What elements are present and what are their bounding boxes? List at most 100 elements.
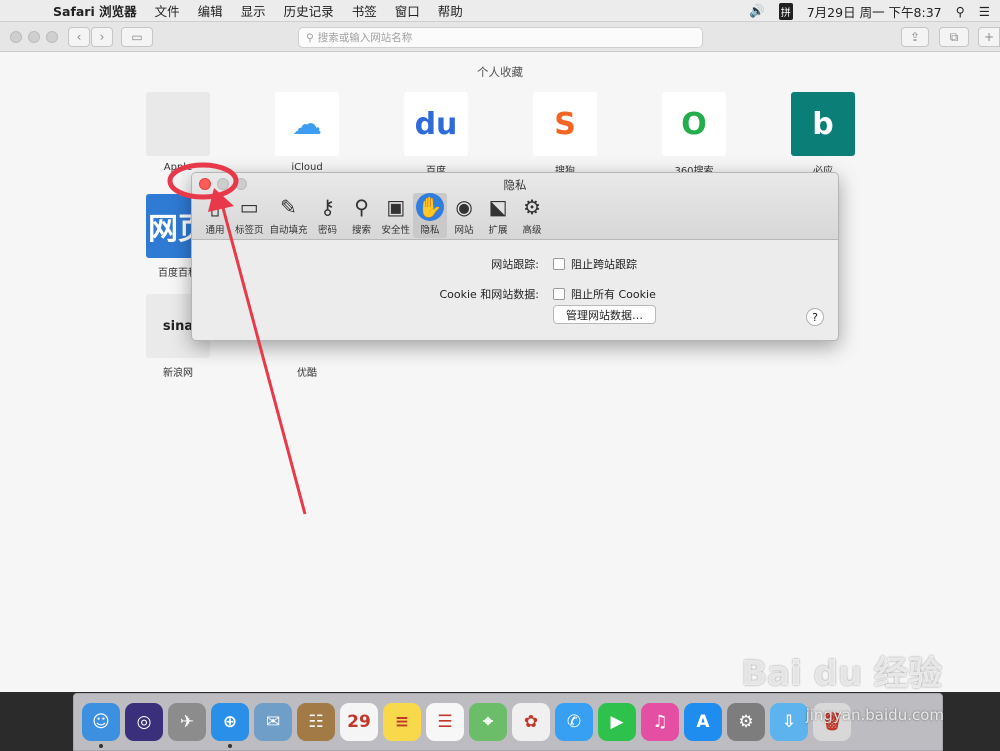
prefs-tab-label: 自动填充 [269,225,308,236]
prefs-tab-6[interactable]: ✋ 隐私 [413,193,448,238]
menu-bar: Safari 浏览器 文件 编辑 显示 历史记录 书签 窗口 帮助 🔊 拼 7月… [0,0,1000,22]
dock-glyph: ◎ [136,712,152,732]
favorite-icon: du [404,92,468,156]
menu-edit[interactable]: 编辑 [189,1,232,20]
help-button[interactable]: ? [806,308,824,326]
dock-glyph: ☷ [308,712,324,732]
globe-icon: ◉ [455,195,473,219]
calendar-icon[interactable]: 29 [340,703,378,741]
menu-clock[interactable]: 7月29日 周一 下午8:37 [807,2,942,21]
favorite-tile[interactable]: O360搜索 [644,92,744,177]
itunes-icon[interactable]: ♫ [641,703,679,741]
spotlight-search-icon[interactable]: ⚲ [956,4,965,19]
new-tab-icon[interactable]: + [978,27,1000,47]
switch-icon: ▯ [209,195,221,219]
address-placeholder: 搜索或输入网站名称 [317,32,413,44]
prevent-tracking-label[interactable]: 阻止跨站跟踪 [571,256,637,272]
favorite-tile[interactable]: Apple [128,92,228,173]
notes-icon[interactable]: ≡ [383,703,421,741]
back-button[interactable]: ‹ [68,27,90,47]
launchpad-icon[interactable]: ✈ [168,703,206,741]
prefs-tab-label: 标签页 [235,225,264,236]
menu-history[interactable]: 历史记录 [275,1,343,20]
zoom-window-button[interactable] [46,31,58,43]
dock-glyph: ⊕ [222,712,238,732]
prefs-tab-8[interactable]: ⬕ 扩展 [481,193,515,238]
key-icon: ⚷ [320,195,335,219]
notification-center-icon[interactable]: ☰ [979,4,990,19]
prefs-tab-0[interactable]: ▯ 通用 [198,193,232,238]
manage-website-data-button[interactable]: 管理网站数据… [553,305,656,324]
block-cookies-checkbox[interactable] [553,288,565,300]
finder-icon[interactable]: ☺ [82,703,120,748]
app-store-icon[interactable]: A [684,703,722,741]
block-cookies-label[interactable]: 阻止所有 Cookie [571,286,656,302]
forward-button[interactable]: › [91,27,113,47]
baidu-watermark-url: jingyan.baidu.com [805,706,944,724]
prefs-tab-9[interactable]: ⚙ 高级 [515,193,549,238]
favorite-tile[interactable]: b必应 [773,92,873,177]
favorite-icon [146,92,210,156]
magnifier-icon: ⚲ [354,195,369,219]
mail-icon[interactable]: ✉ [254,703,292,741]
prefs-tab-4[interactable]: ⚲ 搜索 [345,193,379,238]
tracking-label: 网站跟踪: [491,258,539,271]
favorite-icon: S [533,92,597,156]
prefs-tab-label: 隐私 [420,225,440,236]
address-search-field[interactable]: ⚲ 搜索或输入网站名称 [298,27,703,48]
preferences-toolbar: 隐私 ▯ 通用 ▭ 标签页 ✎ 自动填充 ⚷ 密码 ⚲ 搜索 ▣ 安全性 ✋ 隐私 ◉ 网站 ⬕ 扩展 ⚙ 高级 [192,173,838,240]
favorite-tile[interactable]: ☁ iCloud [257,92,357,173]
tab-overview-icon[interactable]: ⧉ [939,27,969,47]
facetime-icon[interactable]: ▶ [598,703,636,741]
menu-view[interactable]: 显示 [232,1,275,20]
dock-glyph: ▶ [610,712,624,732]
menu-app-safari[interactable]: Safari 浏览器 [44,1,146,20]
menu-window[interactable]: 窗口 [386,1,429,20]
input-method-icon[interactable]: 拼 [778,2,793,20]
privacy-pane: 网站跟踪: 阻止跨站跟踪 Cookie 和网站数据: 阻止所有 Cookie 管… [192,240,838,340]
minimize-window-button[interactable] [28,31,40,43]
dock-glyph: ✿ [523,712,539,732]
volume-icon[interactable]: 🔊 [749,3,765,19]
favorite-icon: b [791,92,855,156]
messages-icon[interactable]: ✆ [555,703,593,741]
prefs-tab-label: 安全性 [381,225,411,236]
close-window-button[interactable] [10,31,22,43]
downloads-folder-icon[interactable]: ⇩ [770,703,808,741]
prefs-tab-3[interactable]: ⚷ 密码 [311,193,345,238]
reminders-icon[interactable]: ☰ [426,703,464,741]
menu-help[interactable]: 帮助 [429,1,472,20]
siri-icon[interactable]: ◎ [125,703,163,741]
safari-icon[interactable]: ⊕ [211,703,249,748]
search-icon: ⚲ [306,31,314,44]
favorite-tile[interactable]: S搜狗 [515,92,615,177]
gear-icon: ⚙ [523,195,542,219]
prevent-tracking-checkbox[interactable] [553,258,565,270]
favorites-title: 个人收藏 [477,65,523,79]
prefs-tab-7[interactable]: ◉ 网站 [447,193,481,238]
prefs-tab-label: 网站 [454,225,474,236]
maps-icon[interactable]: ⌖ [469,703,507,741]
dock-glyph: ⌖ [483,712,493,732]
puzzle-icon: ⬕ [488,195,508,219]
dock-glyph: ⚙ [738,712,754,732]
share-icon[interactable]: ⇪ [901,27,929,47]
dock-glyph: ✉ [265,712,281,732]
sidebar-toggle-icon[interactable]: ▭ [121,27,153,47]
menu-bookmarks[interactable]: 书签 [343,1,386,20]
menu-file[interactable]: 文件 [146,1,189,20]
prefs-tab-label: 高级 [522,225,542,236]
photos-icon[interactable]: ✿ [512,703,550,741]
prefs-tab-5[interactable]: ▣ 安全性 [379,193,414,238]
running-indicator [228,744,232,748]
cookie-label: Cookie 和网站数据: [439,288,539,301]
prefs-tab-label: 扩展 [488,225,508,236]
favorite-icon: ☁ [275,92,339,156]
favorite-tile[interactable]: du百度 [386,92,486,177]
safari-toolbar: ‹ › ▭ ⚲ 搜索或输入网站名称 ⇪ ⧉ + [0,22,1000,52]
prefs-tab-1[interactable]: ▭ 标签页 [232,193,267,238]
system-preferences-icon[interactable]: ⚙ [727,703,765,741]
prefs-title: 隐私 [503,178,527,192]
prefs-tab-2[interactable]: ✎ 自动填充 [267,193,311,238]
contacts-icon[interactable]: ☷ [297,703,335,741]
